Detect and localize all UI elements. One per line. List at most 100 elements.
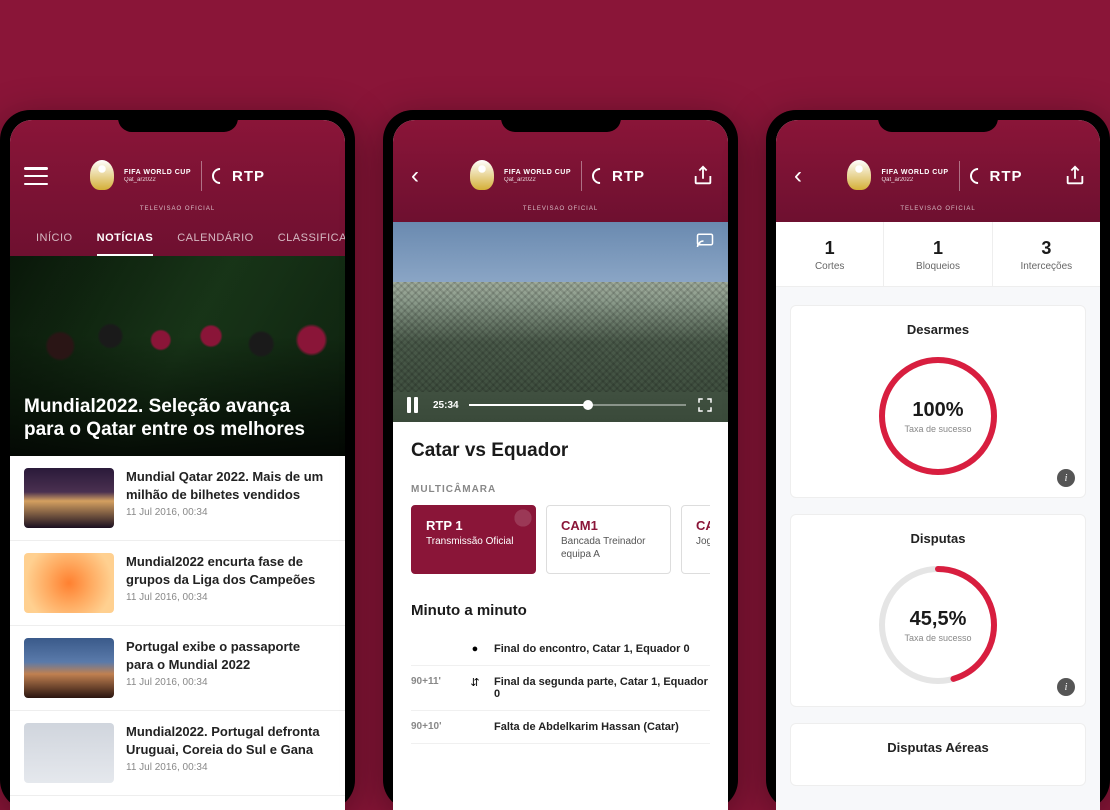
top-stats-row: 1 Cortes 1 Bloqueios 3 Interceções	[776, 222, 1100, 287]
news-body: Mundial Qatar 2022. Mais de um milhão de…	[126, 468, 331, 528]
multicam-label: MULTICÂMARA	[411, 484, 710, 495]
stat-value: 1	[780, 238, 879, 259]
stat-cell[interactable]: 1 Bloqueios	[884, 222, 992, 286]
ring-label: Taxa de sucesso	[904, 633, 971, 643]
screen-stats: ‹ FIFA WORLD CUP Qat_ar2022 RTP	[776, 120, 1100, 810]
news-title: Portugal exibe o passaporte para o Mundi…	[126, 638, 331, 673]
phone-1: FIFA WORLD CUP Qat_ar2022 RTP TELEVISÃO …	[0, 110, 355, 810]
video-player[interactable]: 25:34	[393, 222, 728, 422]
logo-block: FIFA WORLD CUP Qat_ar2022 RTP	[847, 160, 1022, 192]
phone-3: ‹ FIFA WORLD CUP Qat_ar2022 RTP	[766, 110, 1110, 810]
news-thumb	[24, 638, 114, 698]
logo-separator	[201, 161, 202, 191]
ring-value: 100%	[912, 399, 963, 422]
camera-card[interactable]: CAM1 Bancada Treinador equipa A	[546, 505, 671, 574]
world-cup-emblem-icon	[847, 160, 871, 190]
event-row[interactable]: 90+10' Falta de Abdelkarim Hassan (Catar…	[411, 711, 710, 744]
pause-icon[interactable]	[407, 397, 423, 413]
rtp-logo: RTP	[592, 168, 645, 185]
events-title: Minuto a minuto	[411, 602, 710, 619]
fullscreen-icon[interactable]	[696, 396, 714, 414]
tagline: TELEVISÃO OFICIAL	[24, 200, 331, 222]
cast-icon[interactable]	[694, 232, 716, 250]
stats-body: Desarmes 100% Taxa de sucesso i Disputas…	[776, 287, 1100, 810]
progress-ring: 45,5% Taxa de sucesso	[807, 560, 1069, 690]
tagline: TELEVISÃO OFICIAL	[407, 200, 714, 222]
tab-classificações[interactable]: CLASSIFICAÇÕES	[266, 222, 345, 256]
video-background	[393, 282, 728, 392]
event-text: Final do encontro, Catar 1, Equador 0	[494, 643, 710, 655]
stat-block: Desarmes 100% Taxa de sucesso i	[790, 305, 1086, 498]
tab-início[interactable]: INÍCIO	[24, 222, 85, 256]
rtp-swoosh-icon	[966, 165, 989, 188]
info-icon[interactable]: i	[1057, 469, 1075, 487]
news-item[interactable]: Portugal exibe o passaporte para o Mundi…	[10, 626, 345, 711]
stat-value: 3	[997, 238, 1096, 259]
events-list: ● Final do encontro, Catar 1, Equador 0 …	[411, 633, 710, 744]
app-header: ‹ FIFA WORLD CUP Qat_ar2022 RTP	[776, 120, 1100, 222]
stat-label: Cortes	[780, 261, 879, 272]
hero-article[interactable]: Mundial2022. Seleção avança para o Qatar…	[10, 256, 345, 456]
camera-card[interactable]: RTP 1 Transmissão Oficial	[411, 505, 536, 574]
logo-block: FIFA WORLD CUP Qat_ar2022 RTP	[470, 160, 645, 192]
rtp-text: RTP	[612, 168, 645, 185]
share-icon[interactable]	[1064, 165, 1086, 187]
news-item[interactable]: Mundial Qatar 2022. Mais de um milhão de…	[10, 456, 345, 541]
logo-block: FIFA WORLD CUP Qat_ar2022 RTP	[90, 160, 265, 192]
event-type-icon: ⇵	[468, 676, 482, 689]
rtp-text: RTP	[990, 168, 1023, 185]
event-row[interactable]: 90+11' ⇵ Final da segunda parte, Catar 1…	[411, 666, 710, 711]
logo-separator	[959, 161, 960, 191]
match-body: Catar vs Equador MULTICÂMARA RTP 1 Trans…	[393, 422, 728, 744]
camera-sub: Bancada Treinador equipa A	[561, 535, 656, 561]
world-cup-text: FIFA WORLD CUP Qat_ar2022	[881, 169, 948, 183]
camera-card[interactable]: CA Jog	[681, 505, 710, 574]
seekbar[interactable]	[469, 404, 686, 406]
news-item[interactable]: Mundial2022. Portugal defronta Uruguai, …	[10, 711, 345, 796]
news-date: 11 Jul 2016, 00:34	[126, 677, 331, 688]
event-text: Final da segunda parte, Catar 1, Equador…	[494, 676, 710, 700]
seek-knob[interactable]	[583, 400, 593, 410]
event-type-icon: ●	[468, 643, 482, 655]
event-row[interactable]: ● Final do encontro, Catar 1, Equador 0	[411, 633, 710, 666]
event-text: Falta de Abdelkarim Hassan (Catar)	[494, 721, 710, 733]
news-date: 11 Jul 2016, 00:34	[126, 507, 331, 518]
camera-row: RTP 1 Transmissão Oficial CAM1 Bancada T…	[411, 505, 710, 574]
event-time: 90+11'	[411, 676, 456, 687]
match-title: Catar vs Equador	[411, 440, 710, 462]
world-cup-logo	[847, 160, 871, 192]
stat-block: Disputas Aéreas	[790, 723, 1086, 786]
progress-ring: 100% Taxa de sucesso	[807, 351, 1069, 481]
menu-icon[interactable]	[24, 167, 48, 185]
news-title: Mundial Qatar 2022. Mais de um milhão de…	[126, 468, 331, 503]
tabs-bar: INÍCIONOTÍCIASCALENDÁRIOCLASSIFICAÇÕESRE	[24, 222, 331, 256]
rtp-logo: RTP	[212, 168, 265, 185]
wc-title: FIFA WORLD CUP	[124, 169, 191, 177]
tab-notícias[interactable]: NOTÍCIAS	[85, 222, 166, 256]
stat-block-title: Disputas	[807, 531, 1069, 546]
header-row: ‹ FIFA WORLD CUP Qat_ar2022 RTP	[790, 152, 1086, 200]
back-icon[interactable]: ‹	[790, 162, 806, 190]
stat-cell[interactable]: 1 Cortes	[776, 222, 884, 286]
camera-name: CA	[696, 518, 710, 533]
share-icon[interactable]	[692, 165, 714, 187]
wc-title: FIFA WORLD CUP	[504, 169, 571, 177]
video-controls: 25:34	[393, 396, 728, 414]
screen-match: ‹ FIFA WORLD CUP Qat_ar2022 RTP	[393, 120, 728, 810]
news-item[interactable]: Mundial2022 encurta fase de grupos da Li…	[10, 541, 345, 626]
rtp-swoosh-icon	[209, 165, 232, 188]
info-icon[interactable]: i	[1057, 678, 1075, 696]
world-cup-logo	[470, 160, 494, 192]
phone-2: ‹ FIFA WORLD CUP Qat_ar2022 RTP	[383, 110, 738, 810]
wc-subtitle: Qat_ar2022	[124, 177, 191, 183]
news-thumb	[24, 468, 114, 528]
stat-cell[interactable]: 3 Interceções	[993, 222, 1100, 286]
logo-separator	[581, 161, 582, 191]
video-time: 25:34	[433, 400, 459, 411]
news-thumb	[24, 723, 114, 783]
event-time: 90+10'	[411, 721, 456, 732]
tagline: TELEVISÃO OFICIAL	[790, 200, 1086, 222]
tab-calendário[interactable]: CALENDÁRIO	[165, 222, 266, 256]
back-icon[interactable]: ‹	[407, 162, 423, 190]
ring-value: 45,5%	[910, 608, 967, 631]
